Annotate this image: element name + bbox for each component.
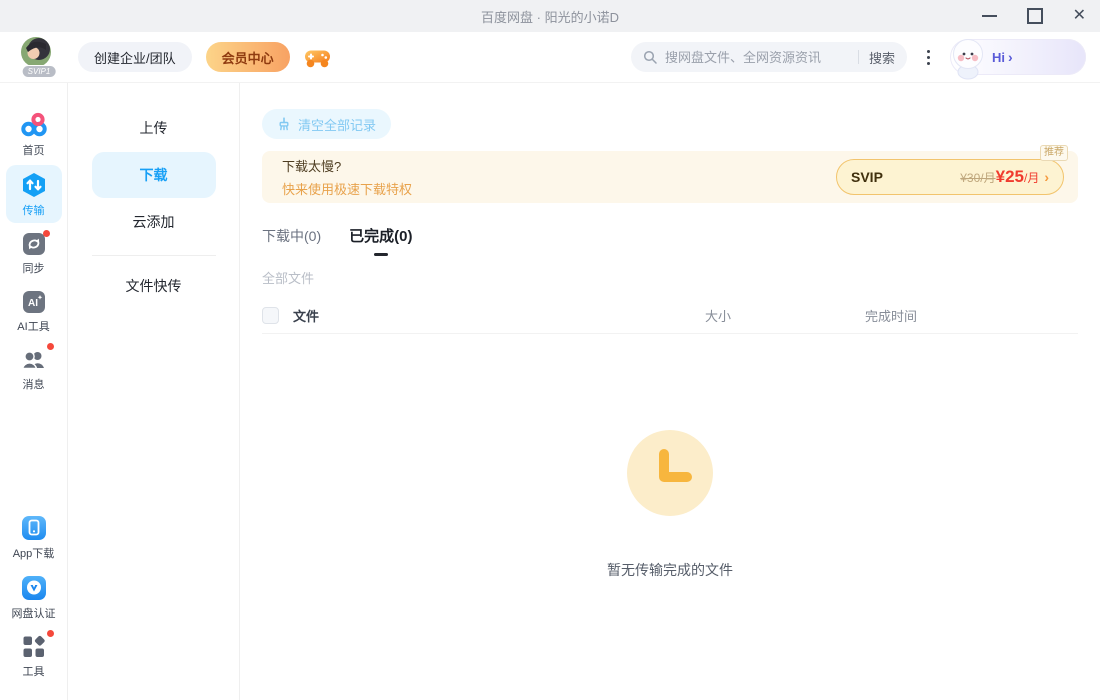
sidebar-item-tools[interactable]: 工具	[6, 628, 62, 684]
clear-all-records-label: 清空全部记录	[298, 115, 376, 134]
banner-subtitle[interactable]: 快来使用极速下载特权	[282, 179, 412, 198]
search-divider	[858, 50, 859, 64]
top-toolbar: SVIP1 创建企业/团队 会员中心	[0, 32, 1100, 83]
title-bar: 百度网盘 · 阳光的小诺D ✕	[0, 0, 1100, 32]
column-finish-time: 完成时间	[865, 306, 1078, 325]
sidebar-item-messages[interactable]: 消息	[6, 341, 62, 397]
clock-icon	[627, 430, 713, 516]
subnav-item-quick-transfer[interactable]: 文件快传	[92, 265, 216, 307]
section-label-all-files: 全部文件	[262, 268, 1078, 287]
chevron-right-icon: ›	[1008, 49, 1013, 65]
app-body: 首页 传输 同步	[0, 83, 1100, 700]
assistant-button[interactable]: Hi ›	[950, 39, 1086, 75]
transfer-icon	[21, 172, 47, 198]
message-icon	[21, 348, 47, 372]
chevron-right-icon: ›	[1044, 169, 1049, 185]
member-center-button[interactable]: 会员中心	[206, 42, 290, 72]
search-icon	[643, 50, 657, 64]
app-window: 百度网盘 · 阳光的小诺D ✕ SVIP1 创建企业/团队 会员中心	[0, 0, 1100, 700]
subnav-item-cloud-add[interactable]: 云添加	[92, 201, 216, 243]
download-tabs: 下载中(0) 已完成(0)	[262, 225, 1078, 256]
sidebar-item-app-download[interactable]: App下载	[6, 508, 62, 566]
current-price: ¥25	[996, 167, 1024, 187]
primary-sidebar: 首页 传输 同步	[0, 83, 68, 700]
search-box[interactable]: 搜索	[631, 42, 907, 72]
tools-icon	[22, 635, 46, 659]
window-title: 百度网盘 · 阳光的小诺D	[481, 7, 619, 26]
sidebar-item-home[interactable]: 首页	[6, 105, 62, 163]
transfer-subnav: 上传 下载 云添加 文件快传	[68, 83, 240, 700]
main-content: 清空全部记录 下载太慢? 快来使用极速下载特权 SVIP ¥30/月 ¥25 /…	[240, 83, 1100, 700]
sidebar-item-transfer[interactable]: 传输	[6, 165, 62, 223]
tab-downloading[interactable]: 下载中(0)	[262, 226, 321, 256]
cert-icon	[21, 575, 47, 601]
app-download-icon	[21, 515, 47, 541]
clear-all-records-button[interactable]: 清空全部记录	[262, 109, 391, 139]
empty-state: 暂无传输完成的文件	[262, 430, 1078, 580]
user-avatar[interactable]: SVIP1	[20, 36, 58, 78]
subnav-item-upload[interactable]: 上传	[92, 107, 216, 149]
select-all-checkbox[interactable]	[262, 307, 279, 324]
sidebar-bottom-group: App下载 网盘认证	[6, 508, 62, 686]
notification-dot	[47, 630, 54, 637]
notification-dot	[43, 230, 50, 237]
avatar-image	[20, 36, 52, 68]
sidebar-item-cert[interactable]: 网盘认证	[6, 568, 62, 626]
tab-completed[interactable]: 已完成(0)	[349, 225, 412, 256]
broom-icon	[277, 117, 291, 131]
toolbar-right-group: 搜索 Hi ›	[631, 39, 1086, 75]
minimize-icon[interactable]	[982, 15, 997, 17]
subnav-item-download[interactable]: 下载	[92, 152, 216, 198]
create-team-button[interactable]: 创建企业/团队	[78, 42, 192, 72]
notification-dot	[47, 343, 54, 350]
mascot-icon	[947, 36, 989, 80]
old-price: ¥30/月	[960, 169, 995, 186]
active-tab-indicator	[374, 253, 388, 256]
home-icon	[20, 112, 48, 138]
kebab-menu-icon[interactable]	[921, 44, 936, 71]
ai-icon: AI	[22, 290, 46, 314]
recommend-badge: 推荐	[1040, 145, 1068, 161]
column-size: 大小	[705, 306, 865, 325]
svip-upgrade-button[interactable]: SVIP ¥30/月 ¥25 /月 ›	[836, 159, 1064, 195]
search-button[interactable]: 搜索	[863, 48, 895, 67]
sync-icon	[22, 232, 46, 256]
greeting-label: Hi	[992, 50, 1005, 65]
svip-promo-banner: 下载太慢? 快来使用极速下载特权 SVIP ¥30/月 ¥25 /月 › 推荐	[262, 151, 1078, 203]
svip-prices: ¥30/月 ¥25 /月	[960, 167, 1039, 187]
svg-text:AI: AI	[28, 298, 38, 309]
banner-title: 下载太慢?	[282, 156, 412, 175]
banner-text: 下载太慢? 快来使用极速下载特权	[282, 156, 412, 198]
empty-message: 暂无传输完成的文件	[607, 560, 733, 580]
svip-badge: SVIP1	[22, 65, 57, 78]
sidebar-item-sync[interactable]: 同步	[6, 225, 62, 281]
gamepad-icon[interactable]	[304, 47, 331, 68]
column-file: 文件	[262, 306, 705, 325]
window-controls: ✕	[982, 0, 1086, 32]
close-icon[interactable]: ✕	[1073, 8, 1086, 24]
file-table-header: 文件 大小 完成时间	[262, 297, 1078, 334]
search-input[interactable]	[663, 49, 854, 66]
subnav-divider	[92, 255, 216, 256]
sidebar-item-ai-tools[interactable]: AI AI工具	[6, 283, 62, 339]
maximize-icon[interactable]	[1027, 8, 1043, 24]
price-unit: /月	[1024, 169, 1039, 186]
